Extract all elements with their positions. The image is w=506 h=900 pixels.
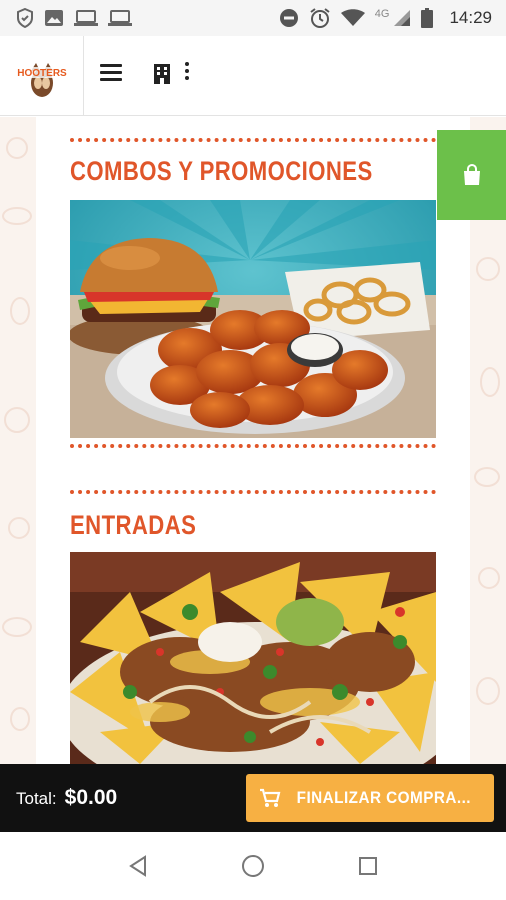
doodle [2,207,32,225]
doodle [2,617,32,637]
status-left-icons [16,8,132,28]
section-title-entradas: ENTRADAS [70,510,197,540]
laptop-icon [108,10,132,26]
checkout-label: FINALIZAR COMPRA... [296,788,472,807]
laptop-icon [74,10,98,26]
nachos-photo [70,552,436,764]
alarm-icon [310,8,330,28]
doodle [476,677,500,705]
doodle [8,517,30,539]
checkout-button[interactable]: FINALIZAR COMPRA... [246,774,494,822]
battery-icon [421,8,434,28]
doodle [6,137,28,159]
svg-text:HOOTERS: HOOTERS [17,68,67,79]
system-nav-bar [0,832,506,900]
doodle [10,707,30,731]
status-time: 14:29 [449,8,492,27]
section-title-combos: COMBOS Y PROMOCIONES [70,156,373,186]
wings-burger-photo [70,200,436,438]
checkout-bar: Total: $0.00 FINALIZAR COMPRA... [0,764,506,832]
section-divider [70,138,436,142]
signal-icon [394,10,411,26]
home-circle-icon [241,855,264,877]
doodle [10,297,30,325]
app-header: HOOTERS [0,36,506,116]
doodle [476,257,500,281]
section-divider [70,444,436,448]
section-divider [70,490,436,494]
category-card-combos[interactable] [70,200,436,438]
do-not-disturb-icon [279,9,298,27]
recents-button[interactable] [348,846,388,886]
network-type: 4G [374,8,390,20]
doodle [474,467,500,487]
shield-icon [17,8,33,28]
category-card-entradas[interactable] [70,552,436,764]
doodle [4,407,30,433]
total-label: Total: [16,789,57,808]
wifi-icon [340,9,365,26]
building-icon[interactable] [152,62,172,86]
total-value: $0.00 [64,786,118,809]
shopping-bag-icon [463,164,480,185]
order-total: Total: $0.00 [16,786,117,810]
recents-square-icon [359,857,378,875]
back-button[interactable] [118,846,158,886]
cart-tab[interactable] [437,130,506,220]
doodle [480,367,500,397]
hooters-logo[interactable]: HOOTERS [0,36,84,116]
image-icon [45,10,63,26]
status-bar: 4G 14:29 [0,0,506,36]
owl-logo-icon: HOOTERS [13,63,70,97]
hamburger-menu-icon[interactable] [100,64,122,84]
more-options-icon[interactable] [184,62,190,84]
back-triangle-icon [128,855,146,877]
doodle [478,567,500,589]
status-right-icons: 4G 14:29 [279,7,492,29]
cart-icon [260,788,281,807]
home-button[interactable] [233,846,273,886]
